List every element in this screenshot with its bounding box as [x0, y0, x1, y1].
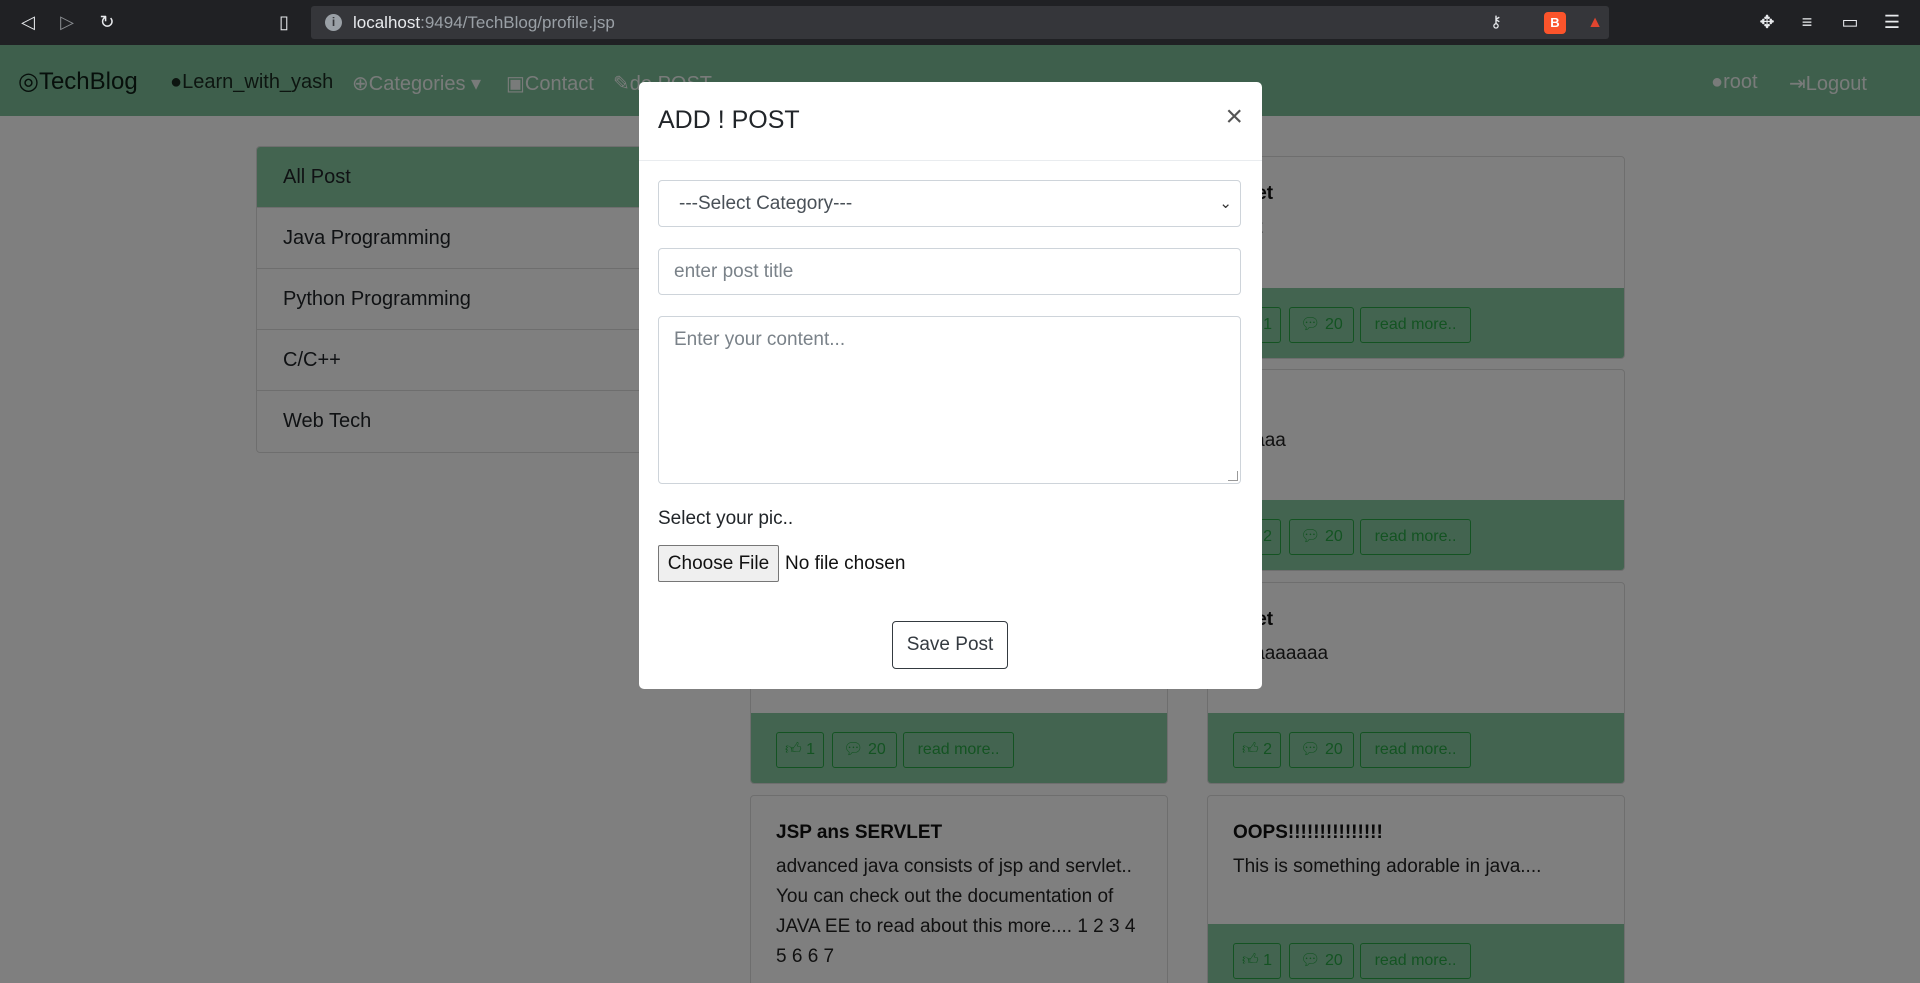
save-post-button[interactable]: Save Post [892, 621, 1008, 669]
pic-label: Select your pic.. [658, 508, 794, 529]
resize-handle-icon[interactable] [1228, 471, 1238, 481]
add-post-modal: ADD ! POST × ---Select Category--- ⌄ ent… [639, 82, 1262, 689]
choose-file-button[interactable]: Choose File [658, 545, 779, 582]
category-select-value: ---Select Category--- [679, 193, 853, 214]
post-content-textarea[interactable]: Enter your content... [658, 316, 1241, 484]
browser-chrome: ◁ ▷ ↻ ▯ i localhost:9494/TechBlog/profil… [0, 0, 1920, 45]
extensions-icon[interactable]: ✥ [1755, 10, 1779, 34]
post-title-input[interactable]: enter post title [658, 248, 1241, 295]
close-icon[interactable]: × [1225, 102, 1243, 132]
brave-shield-icon[interactable]: B [1544, 12, 1566, 34]
post-content-placeholder: Enter your content... [674, 329, 846, 350]
category-select[interactable]: ---Select Category--- ⌄ [658, 180, 1241, 227]
site-info-icon[interactable]: i [325, 14, 342, 31]
brave-rewards-icon[interactable]: ▲ [1584, 12, 1606, 34]
file-status: No file chosen [785, 553, 906, 574]
modal-header: ADD ! POST × [639, 82, 1262, 161]
key-icon[interactable]: ⚷ [1485, 12, 1507, 34]
menu-icon[interactable]: ☰ [1880, 10, 1904, 34]
back-icon[interactable]: ◁ [16, 10, 40, 34]
modal-title: ADD ! POST [658, 106, 800, 134]
address-bar[interactable]: i localhost:9494/TechBlog/profile.jsp ⚷ … [311, 6, 1609, 39]
wallet-icon[interactable]: ▭ [1838, 10, 1862, 34]
bookmark-icon[interactable]: ▯ [272, 10, 296, 34]
chevron-down-icon: ⌄ [1219, 195, 1232, 212]
url-text[interactable]: localhost:9494/TechBlog/profile.jsp [353, 13, 615, 33]
reload-icon[interactable]: ↻ [95, 10, 119, 34]
playlist-icon[interactable]: ≡ [1795, 10, 1819, 34]
forward-icon[interactable]: ▷ [55, 10, 79, 34]
